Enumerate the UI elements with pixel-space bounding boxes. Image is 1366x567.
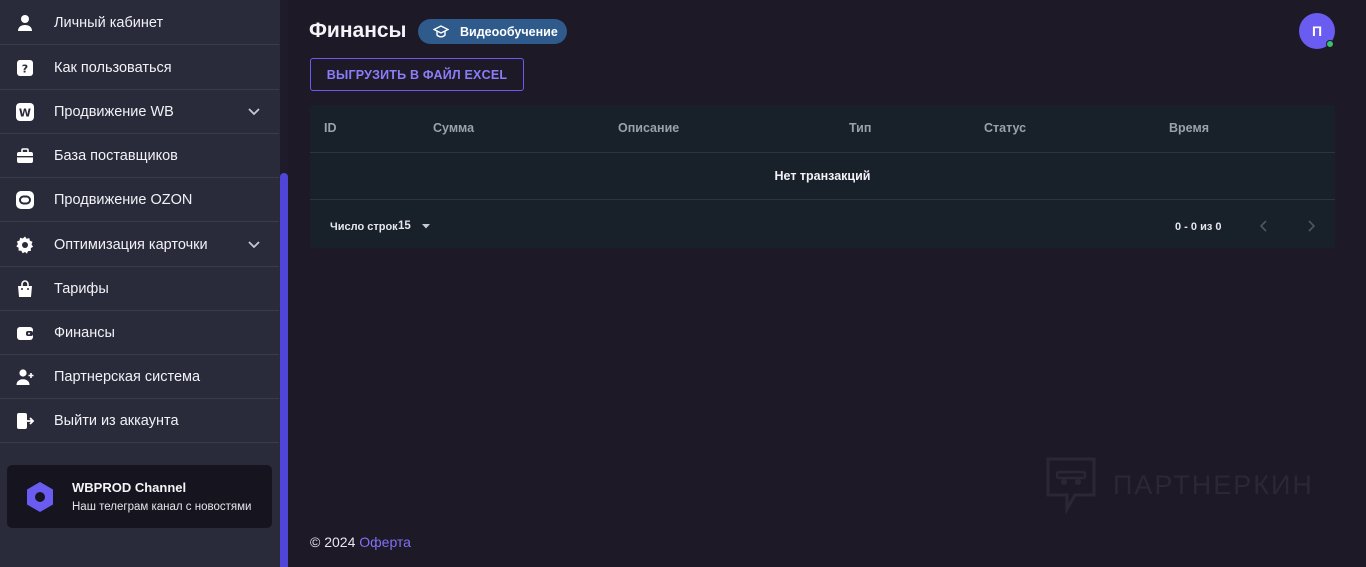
svg-text:?: ? bbox=[22, 62, 28, 75]
sidebar-item-label: Партнерская система bbox=[54, 368, 201, 385]
sidebar-item-label: Личный кабинет bbox=[54, 14, 164, 31]
gear-icon bbox=[15, 235, 35, 255]
sidebar-item-label: Выйти из аккаунта bbox=[54, 412, 179, 429]
logout-icon bbox=[15, 411, 35, 431]
video-tutorial-label: Видеообучение bbox=[460, 24, 558, 39]
sidebar-item-label: Продвижение OZON bbox=[54, 191, 193, 208]
wallet-icon bbox=[15, 323, 35, 343]
channel-logo-icon bbox=[23, 480, 57, 514]
sidebar-item-finances[interactable]: Финансы bbox=[0, 311, 279, 355]
column-header-description[interactable]: Описание bbox=[618, 121, 679, 135]
chevron-down-icon bbox=[248, 108, 260, 116]
briefcase-icon bbox=[15, 146, 35, 166]
online-status-dot bbox=[1326, 40, 1334, 48]
footer-copyright: © 2024 Оферта bbox=[310, 534, 411, 550]
sidebar-item-logout[interactable]: Выйти из аккаунта bbox=[0, 399, 279, 443]
transactions-table: ID Сумма Описание Тип Статус Время Нет т… bbox=[310, 105, 1335, 248]
sidebar-item-label: Тарифы bbox=[54, 280, 109, 297]
rows-per-page-label: Число строк bbox=[330, 221, 398, 233]
copyright-text: © 2024 bbox=[310, 534, 356, 550]
rows-per-page-select[interactable]: 15 bbox=[398, 220, 431, 232]
offer-link[interactable]: Оферта bbox=[359, 534, 411, 550]
user-icon bbox=[15, 13, 35, 33]
ozon-logo-icon bbox=[15, 190, 35, 210]
chevron-down-icon bbox=[248, 241, 260, 249]
wb-logo-icon: W bbox=[15, 102, 35, 122]
table-header: ID Сумма Описание Тип Статус Время bbox=[310, 105, 1335, 153]
sidebar-item-ozon-promotion[interactable]: Продвижение OZON bbox=[0, 178, 279, 222]
pagination-range: 0 - 0 из 0 bbox=[1175, 221, 1222, 233]
column-header-id[interactable]: ID bbox=[324, 121, 337, 135]
telegram-channel-text: WBPROD Channel Наш телеграм канал с ново… bbox=[72, 480, 251, 513]
previous-page-button[interactable] bbox=[1256, 218, 1272, 234]
sidebar-item-how-to-use[interactable]: ? Как пользоваться bbox=[0, 46, 279, 90]
sidebar-item-tariffs[interactable]: Тарифы bbox=[0, 267, 279, 311]
partnerkin-watermark: ПАРТНЕРКИН bbox=[1045, 456, 1314, 514]
column-header-type[interactable]: Тип bbox=[849, 121, 871, 135]
sidebar-item-label: Оптимизация карточки bbox=[54, 236, 208, 253]
column-header-time[interactable]: Время bbox=[1169, 121, 1209, 135]
user-plus-icon bbox=[15, 367, 35, 387]
graduation-cap-icon bbox=[433, 24, 449, 38]
sidebar-item-label: Финансы bbox=[54, 324, 115, 341]
sidebar-item-profile[interactable]: Личный кабинет bbox=[0, 1, 279, 45]
video-tutorial-button[interactable]: Видеообучение bbox=[418, 19, 567, 44]
chevron-left-icon bbox=[1259, 220, 1267, 232]
empty-table-message: Нет транзакций bbox=[310, 153, 1335, 200]
telegram-channel-subtitle: Наш телеграм канал с новостями bbox=[72, 501, 252, 513]
table-pagination: Число строк 15 0 - 0 из 0 bbox=[310, 201, 1335, 248]
sidebar-item-suppliers[interactable]: База поставщиков bbox=[0, 134, 279, 178]
sidebar-item-card-optimization[interactable]: Оптимизация карточки bbox=[0, 223, 279, 267]
watermark-text: ПАРТНЕРКИН bbox=[1113, 469, 1314, 500]
shopping-bag-icon bbox=[15, 279, 35, 299]
question-icon: ? bbox=[15, 58, 35, 78]
watermark-logo-icon bbox=[1046, 457, 1096, 514]
app-root: Личный кабинет ? Как пользоваться W Прод… bbox=[0, 0, 1366, 567]
telegram-channel-card[interactable]: WBPROD Channel Наш телеграм канал с ново… bbox=[7, 465, 272, 528]
sidebar-item-wb-promotion[interactable]: W Продвижение WB bbox=[0, 90, 279, 134]
sidebar-item-label: Продвижение WB bbox=[54, 103, 174, 120]
column-header-amount[interactable]: Сумма bbox=[433, 121, 474, 135]
rows-per-page-value: 15 bbox=[398, 220, 411, 232]
sidebar: Личный кабинет ? Как пользоваться W Прод… bbox=[0, 0, 280, 567]
next-page-button[interactable] bbox=[1303, 218, 1319, 234]
column-header-status[interactable]: Статус bbox=[984, 121, 1026, 135]
page-title: Финансы bbox=[309, 19, 407, 42]
sidebar-item-label: Как пользоваться bbox=[54, 59, 172, 76]
chevron-right-icon bbox=[1308, 220, 1316, 232]
svg-text:W: W bbox=[19, 106, 31, 119]
sidebar-item-label: База поставщиков bbox=[54, 147, 178, 164]
sidebar-item-partner-system[interactable]: Партнерская система bbox=[0, 355, 279, 399]
telegram-channel-title: WBPROD Channel bbox=[72, 480, 187, 495]
export-excel-button[interactable]: ВЫГРУЗИТЬ В ФАЙЛ EXCEL bbox=[310, 58, 524, 91]
sidebar-scrollbar-thumb[interactable] bbox=[280, 173, 288, 567]
caret-down-icon bbox=[421, 224, 430, 229]
